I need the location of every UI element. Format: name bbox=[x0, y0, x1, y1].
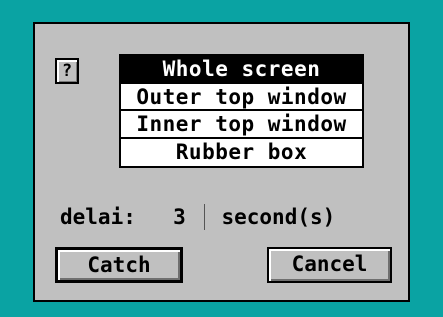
delay-row: delai: 3 second(s) bbox=[60, 202, 335, 232]
option-outer-top-window[interactable]: Outer top window bbox=[121, 83, 362, 111]
option-inner-top-window[interactable]: Inner top window bbox=[121, 111, 362, 139]
text-caret bbox=[203, 204, 205, 230]
capture-mode-list: Whole screen Outer top window Inner top … bbox=[119, 54, 364, 168]
desktop: ? Whole screen Outer top window Inner to… bbox=[0, 0, 443, 317]
cancel-button[interactable]: Cancel bbox=[267, 247, 392, 283]
help-button[interactable]: ? bbox=[55, 58, 79, 84]
catch-button[interactable]: Catch bbox=[55, 247, 183, 283]
snapshot-dialog: ? Whole screen Outer top window Inner to… bbox=[33, 22, 410, 302]
delay-input[interactable]: 3 bbox=[173, 202, 191, 232]
option-rubber-box[interactable]: Rubber box bbox=[121, 138, 362, 166]
delay-label: delai: bbox=[60, 205, 136, 229]
delay-unit-label: second(s) bbox=[221, 205, 336, 229]
option-whole-screen[interactable]: Whole screen bbox=[121, 56, 362, 84]
